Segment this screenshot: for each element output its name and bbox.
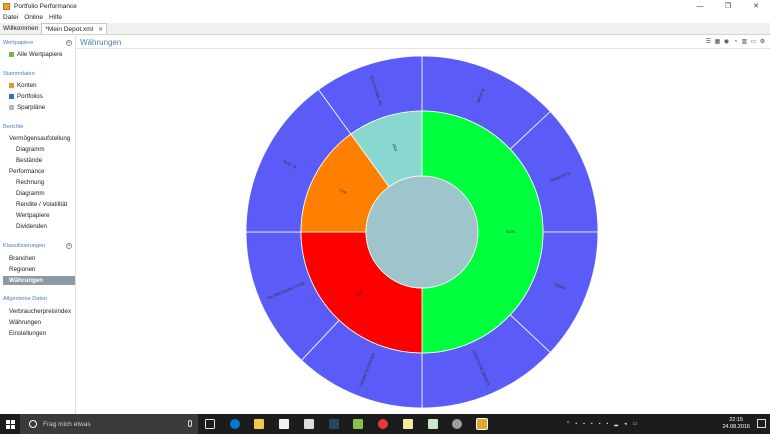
sidebar-item-rendite-volatilitaet[interactable]: Rendite / Volatilität xyxy=(16,200,67,209)
steam-icon[interactable] xyxy=(329,419,339,429)
tray-app-icon[interactable]: ▪ xyxy=(606,421,608,427)
tray-app-icon[interactable]: ▪ xyxy=(583,421,585,427)
menu-datei[interactable]: Datei xyxy=(0,14,21,21)
notes-icon[interactable] xyxy=(403,419,413,429)
cortana-icon xyxy=(29,420,37,428)
sidebar-item-sparplaene[interactable]: Sparpläne xyxy=(9,103,45,112)
close-icon[interactable]: ✕ xyxy=(98,26,103,33)
section-wertpapiere: Wertpapiere xyxy=(3,40,34,46)
section-stammdaten: Stammdaten xyxy=(3,71,35,77)
sidebar-item-performance[interactable]: Performance xyxy=(9,167,44,176)
app-icon[interactable] xyxy=(353,419,363,429)
sidebar-item-portfolios[interactable]: Portfolios xyxy=(9,92,43,101)
sidebar-item-dividenden[interactable]: Dividenden xyxy=(16,222,47,231)
sidebar-item-rechnung[interactable]: Rechnung xyxy=(16,178,44,187)
clock-time: 22:15 xyxy=(729,417,744,423)
tab-mein-depot[interactable]: *Mein Depot.xml ✕ xyxy=(41,23,108,34)
calculator-icon[interactable] xyxy=(304,419,314,429)
sidebar-item-waehrungen-daten[interactable]: Währungen xyxy=(9,318,41,327)
sunburst-center[interactable] xyxy=(365,175,479,289)
sidebar-item-konten[interactable]: Konten xyxy=(9,81,37,90)
window-controls: — ❐ ✕ xyxy=(686,0,770,12)
currency-sunburst-chart: BASF NDAIMLER NDAIMIDEUTSCHE BANK NGILEA… xyxy=(245,55,599,409)
tray-arrow-icon[interactable]: ^ xyxy=(567,421,569,427)
window-title: Portfolio Performance xyxy=(14,2,77,10)
system-tray: ^ ▪ ▪ ▪ ▪ ▪ ▂ ◂ ▭ xyxy=(567,414,637,434)
volume-icon[interactable]: ◂ xyxy=(624,421,627,427)
sidebar-item-verbraucherpreisindex[interactable]: Verbraucherpreisindex xyxy=(9,307,71,316)
savings-plan-icon xyxy=(9,105,14,110)
sidebar-item-alle-wertpapiere[interactable]: Alle Wertpapiere xyxy=(9,50,63,59)
sidebar-item-bestaende[interactable]: Bestände xyxy=(16,156,42,165)
tab-label: Willkommen xyxy=(3,25,39,32)
editor-tab-bar: Willkommen *Mein Depot.xml ✕ xyxy=(0,23,770,35)
explorer-icon[interactable] xyxy=(254,419,264,429)
add-icon[interactable]: + xyxy=(66,40,72,46)
taskbar-search[interactable]: Frag mich etwas xyxy=(20,414,198,434)
sunburst-inner-label: EUR xyxy=(506,229,515,234)
sidebar-item-vermoegensaufstellung[interactable]: Vermögensaufstellung xyxy=(9,134,70,143)
section-klassifizierungen: Klassifizierungen xyxy=(3,243,46,249)
keyboard-icon[interactable]: ▭ xyxy=(633,421,638,427)
menu-online[interactable]: Online xyxy=(21,14,46,21)
sidebar-item-diagramm-performance[interactable]: Diagramm xyxy=(16,189,45,198)
minimize-button[interactable]: — xyxy=(686,0,714,12)
window-titlebar: Portfolio Performance — ❐ ✕ xyxy=(0,0,770,12)
sidebar-item-wertpapiere[interactable]: Wertpapiere xyxy=(16,211,50,220)
sidebar-item-label: Portfolios xyxy=(17,93,43,100)
notification-icon[interactable] xyxy=(757,419,766,428)
app-icon xyxy=(3,2,10,10)
sidebar-item-branchen[interactable]: Branchen xyxy=(9,254,36,263)
chrome-icon[interactable] xyxy=(378,419,388,429)
taskbar-clock[interactable]: 22:15 24.08.2016 xyxy=(722,417,750,431)
tray-app-icon[interactable]: ▪ xyxy=(591,421,593,427)
sidebar-item-regionen[interactable]: Regionen xyxy=(9,265,36,274)
microphone-icon[interactable] xyxy=(188,420,192,427)
menu-bar: Datei Online Hilfe xyxy=(0,12,770,23)
windows-taskbar: Frag mich etwas ^ ▪ ▪ ▪ ▪ ▪ ▂ ◂ ▭ 22:15 … xyxy=(0,414,770,434)
sidebar-item-label: Sparpläne xyxy=(17,104,46,111)
portfolio-performance-icon[interactable] xyxy=(476,418,488,430)
maximize-button[interactable]: ❐ xyxy=(714,0,742,12)
sidebar-item-waehrungen[interactable]: Währungen xyxy=(3,276,75,285)
windows-logo-icon xyxy=(5,419,15,429)
tray-app-icon[interactable]: ▪ xyxy=(599,421,601,427)
add-icon[interactable]: + xyxy=(66,243,72,249)
tray-app-icon[interactable]: ▪ xyxy=(575,421,577,427)
sidebar-item-diagramm[interactable]: Diagramm xyxy=(16,145,45,154)
main-view: Währungen ☰ ▦ ◉ ◔ ▥ ▭ ⚙ BASF N DAIMLER ND… xyxy=(77,36,770,414)
start-button[interactable] xyxy=(0,414,20,434)
clock-date: 24.08.2016 xyxy=(722,424,750,430)
navigation-sidebar: Wertpapiere + Alle Wertpapiere Stammdate… xyxy=(0,36,76,414)
portfolio-app-icon[interactable] xyxy=(428,419,438,429)
task-view-icon[interactable] xyxy=(205,419,215,429)
tab-label: *Mein Depot.xml xyxy=(45,25,94,33)
sidebar-item-label: Alle Wertpapiere xyxy=(17,51,63,58)
store-icon[interactable] xyxy=(279,419,289,429)
sidebar-item-einstellungen[interactable]: Einstellungen xyxy=(9,329,46,338)
shield-icon[interactable] xyxy=(452,419,462,429)
section-allgemeine-daten: Allgemeine Daten xyxy=(3,296,48,302)
close-button[interactable]: ✕ xyxy=(742,0,770,12)
tab-willkommen[interactable]: Willkommen xyxy=(0,23,41,34)
network-icon[interactable]: ▂ xyxy=(614,421,618,427)
menu-hilfe[interactable]: Hilfe xyxy=(46,14,65,21)
edge-icon[interactable] xyxy=(230,419,240,429)
account-icon xyxy=(9,83,14,88)
search-placeholder: Frag mich etwas xyxy=(43,420,91,428)
portfolio-icon xyxy=(9,94,14,99)
sidebar-item-label: Konten xyxy=(17,82,37,89)
section-berichte: Berichte xyxy=(3,124,24,130)
securities-icon xyxy=(9,52,14,57)
